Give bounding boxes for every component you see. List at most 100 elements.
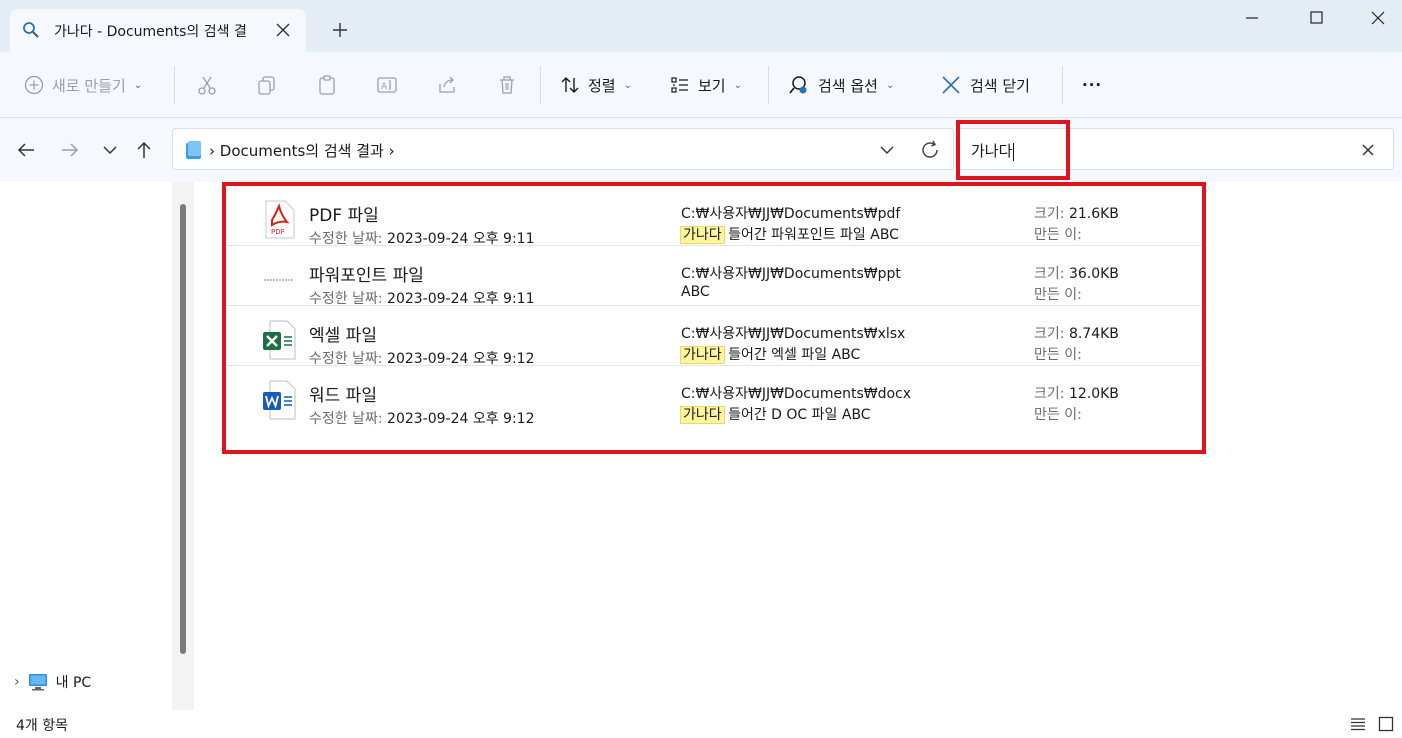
more-options-button[interactable]: ··· [1082,69,1102,101]
close-window-icon[interactable] [1358,6,1398,30]
recent-locations-icon[interactable] [98,138,122,162]
close-search-label: 검색 닫기 [970,76,1030,95]
refresh-icon[interactable] [919,139,941,161]
rename-icon[interactable]: A [376,69,398,101]
breadcrumb-item[interactable]: Documents의 검색 결과 [220,142,384,160]
new-tab-icon[interactable] [330,20,350,40]
list-item[interactable]: 워드 파일 수정한 날짜: 2023-09-24 오후 9:12 C:₩사용자₩… [226,366,1202,427]
search-options-icon [789,76,807,94]
breadcrumb[interactable]: › Documents의 검색 결과 › [209,140,395,161]
chevron-down-icon: ⌄ [733,79,742,91]
file-size: 크기: 21.6KB [1034,203,1119,223]
sort-label: 정렬 [588,76,616,95]
maximize-icon[interactable] [1296,6,1336,30]
divider [768,66,769,104]
sidebar-item-this-pc[interactable]: › 내 PC [14,672,91,692]
share-icon[interactable] [436,69,458,101]
chevron-down-icon[interactable] [877,140,897,160]
list-item[interactable]: 파워포인트 파일 수정한 날짜: 2023-09-24 오후 9:11 C:₩사… [226,246,1202,308]
forward-arrow-icon[interactable] [58,138,82,162]
close-search-button[interactable]: 검색 닫기 [940,69,1030,101]
size-value: 21.6KB [1068,206,1119,222]
status-bar: 4개 항목 [0,710,1402,738]
size-value: 36.0KB [1068,266,1119,282]
file-modified: 수정한 날짜: 2023-09-24 오후 9:11 [309,288,535,308]
file-author: 만든 이: [1034,407,1082,423]
file-author: 만든 이: [1034,347,1082,363]
view-label: 보기 [698,76,726,95]
navigation-pane: › 내 PC [0,182,172,710]
file-modified: 수정한 날짜: 2023-09-24 오후 9:11 [309,228,535,248]
tiles-view-icon[interactable] [1378,716,1394,732]
new-button[interactable]: 새로 만들기 ⌄ [24,69,142,101]
modified-value: 2023-09-24 오후 9:12 [387,351,535,367]
view-button[interactable]: 보기 ⌄ [670,69,742,101]
file-snippet: 가나다 들어간 엑셀 파일 ABC [680,344,860,364]
snippet-text: ABC [681,284,710,300]
file-list: PDF PDF 파일 수정한 날짜: 2023-09-24 오후 9:11 C:… [194,182,1402,710]
cut-icon[interactable] [196,69,218,101]
item-count: 4개 항목 [16,718,68,734]
sort-button[interactable]: 정렬 ⌄ [560,69,632,101]
file-name[interactable]: 엑셀 파일 [309,321,377,346]
file-path: C:₩사용자₩JJ₩Documents₩ppt [681,266,901,282]
file-snippet: ABC [681,284,710,300]
search-options-button[interactable]: 검색 옵션 ⌄ [788,69,894,101]
scrollbar-thumb[interactable] [180,204,186,654]
details-view-icon[interactable] [1350,716,1366,732]
minimize-icon[interactable] [1232,6,1272,30]
search-options-label: 검색 옵션 [818,76,878,95]
chevron-down-icon: ⌄ [623,79,632,91]
search-results-folder-icon [186,141,201,159]
modified-label: 수정한 날짜: [309,231,383,247]
navigation-bar: › Documents의 검색 결과 › 가나다 [0,118,1402,182]
view-list-icon [671,77,688,93]
match-highlight: 가나다 [680,226,725,244]
word-icon [263,380,296,420]
modified-value: 2023-09-24 오후 9:12 [387,411,535,427]
results-annotation-box: PDF PDF 파일 수정한 날짜: 2023-09-24 오후 9:11 C:… [222,182,1206,454]
close-icon [942,76,960,94]
computer-icon [28,674,47,691]
pdf-icon: PDF [265,200,295,239]
clear-search-icon[interactable] [1359,141,1377,159]
match-highlight: 가나다 [680,346,725,364]
size-label: 크기: [1034,326,1065,342]
delete-icon[interactable] [496,69,518,101]
vertical-scrollbar[interactable] [172,182,194,710]
active-tab[interactable]: 가나다 - Documents의 검색 결 [10,9,306,52]
svg-text:PDF: PDF [271,228,285,236]
size-value: 12.0KB [1068,386,1119,402]
command-bar: 새로 만들기 ⌄ A 정렬 ⌄ 보기 ⌄ 검색 옵션 ⌄ 검색 닫기 ··· [0,52,1402,118]
search-icon [23,22,39,38]
file-size: 크기: 36.0KB [1034,263,1119,283]
file-name[interactable]: 파워포인트 파일 [309,261,424,286]
title-bar: 가나다 - Documents의 검색 결 [0,0,1402,52]
search-annotation-box [956,120,1070,180]
copy-icon[interactable] [256,69,278,101]
file-author: 만든 이: [1034,287,1082,303]
list-item[interactable]: 엑셀 파일 수정한 날짜: 2023-09-24 오후 9:12 C:₩사용자₩… [226,306,1202,367]
paste-icon[interactable] [316,69,338,101]
chevron-right-icon[interactable]: › [14,674,20,690]
file-name[interactable]: 워드 파일 [309,381,377,406]
sidebar-item-label: 내 PC [55,675,92,691]
file-size: 크기: 12.0KB [1034,383,1119,403]
close-tab-icon[interactable] [274,21,292,39]
divider [540,66,541,104]
match-highlight: 가나다 [680,406,725,424]
file-path: C:₩사용자₩JJ₩Documents₩pdf [681,206,901,222]
address-bar[interactable]: › Documents의 검색 결과 › [172,128,954,170]
divider [1062,66,1063,104]
modified-value: 2023-09-24 오후 9:11 [387,291,535,307]
file-snippet: 가나다 들어간 D OC 파일 ABC [680,404,871,424]
file-author: 만든 이: [1034,227,1082,243]
list-item[interactable]: PDF PDF 파일 수정한 날짜: 2023-09-24 오후 9:11 C:… [226,186,1202,248]
size-value: 8.74KB [1068,326,1119,342]
modified-label: 수정한 날짜: [309,351,383,367]
modified-label: 수정한 날짜: [309,291,383,307]
up-arrow-icon[interactable] [132,138,156,162]
file-name[interactable]: PDF 파일 [309,201,379,226]
modified-value: 2023-09-24 오후 9:11 [387,231,535,247]
back-arrow-icon[interactable] [14,138,38,162]
